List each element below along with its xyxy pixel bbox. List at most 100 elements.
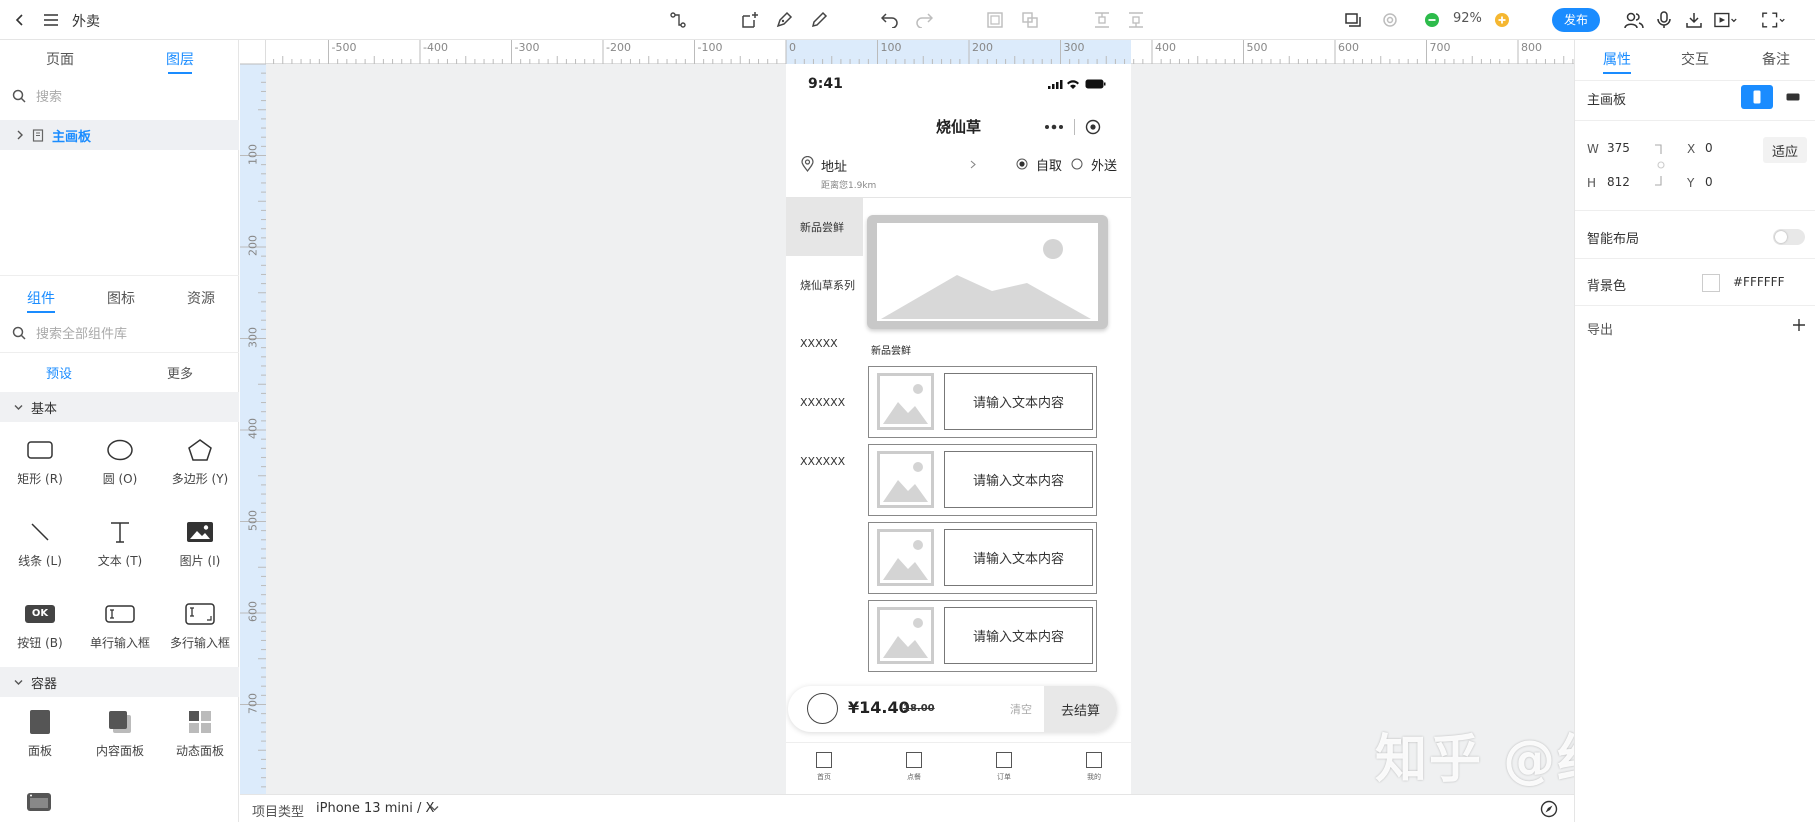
target-icon[interactable] xyxy=(1085,119,1101,135)
component-rectangle[interactable]: 矩形 (R) xyxy=(0,436,80,487)
color-swatch[interactable] xyxy=(1702,274,1720,292)
mini-capsule[interactable] xyxy=(1044,113,1110,141)
plus-icon[interactable] xyxy=(1793,319,1805,331)
component-polygon[interactable]: 多边形 (Y) xyxy=(160,436,240,487)
tab-icons[interactable]: 图标 xyxy=(107,288,135,308)
tab-properties[interactable]: 属性 xyxy=(1603,49,1631,69)
tab-layers[interactable]: 图层 xyxy=(166,49,194,69)
product-card[interactable]: 请输入文本内容 xyxy=(868,600,1097,672)
artboard-phone[interactable]: 9:41 烧仙草 地址 距离您1.9km 自取 外送 新品尝鲜 烧仙草系列 XX… xyxy=(786,64,1131,794)
component-circle[interactable]: 圆 (O) xyxy=(80,436,160,487)
component-multi-input[interactable]: 多行输入框 xyxy=(160,600,240,651)
w-input[interactable]: 375 xyxy=(1607,141,1630,155)
radio-unchecked-icon[interactable] xyxy=(1071,158,1083,170)
radio-checked-icon[interactable] xyxy=(1016,158,1028,170)
x-input[interactable]: 0 xyxy=(1705,141,1713,155)
layer-search[interactable]: 搜索 xyxy=(12,86,62,105)
undo-icon[interactable] xyxy=(878,8,902,32)
pen-icon[interactable] xyxy=(772,8,796,32)
component-label: 线条 (L) xyxy=(18,554,62,568)
product-text[interactable]: 请输入文本内容 xyxy=(944,607,1093,664)
settings-icon[interactable] xyxy=(1378,8,1402,32)
product-text[interactable]: 请输入文本内容 xyxy=(944,451,1093,508)
zoom-level[interactable]: 92% xyxy=(1453,11,1482,26)
more-icon[interactable] xyxy=(1044,124,1064,130)
component-panel[interactable]: 面板 xyxy=(0,708,80,759)
nav-order[interactable]: 点餐 xyxy=(894,752,934,782)
play-icon[interactable] xyxy=(1714,8,1738,32)
pencil-icon[interactable] xyxy=(807,8,831,32)
category-item[interactable]: XXXXXX xyxy=(786,432,863,490)
nav-orders[interactable]: 订单 xyxy=(984,752,1024,782)
product-card[interactable]: 请输入文本内容 xyxy=(868,444,1097,516)
portrait-toggle[interactable] xyxy=(1741,85,1773,109)
smart-layout-toggle[interactable] xyxy=(1773,229,1805,245)
clear-cart-button[interactable]: 清空 xyxy=(1010,701,1032,717)
project-type-value[interactable]: iPhone 13 mini / X xyxy=(316,801,434,816)
product-text[interactable]: 请输入文本内容 xyxy=(944,529,1093,586)
align-top-icon[interactable] xyxy=(1090,8,1114,32)
publish-button[interactable]: 发布 xyxy=(1552,8,1600,32)
h-input[interactable]: 812 xyxy=(1607,175,1630,189)
link-proportion-icon[interactable] xyxy=(1653,144,1667,186)
product-text[interactable]: 请输入文本内容 xyxy=(944,373,1093,430)
back-icon[interactable] xyxy=(8,8,32,32)
tab-components[interactable]: 组件 xyxy=(27,288,55,308)
section-basic[interactable]: 基本 xyxy=(0,392,239,422)
ungroup-icon[interactable] xyxy=(1018,8,1042,32)
compass-icon[interactable] xyxy=(1540,800,1558,818)
layer-item-main-artboard[interactable]: 主画板 xyxy=(0,120,239,150)
add-frame-icon[interactable] xyxy=(738,8,762,32)
nav-home[interactable]: 首页 xyxy=(804,752,844,782)
nav-mine[interactable]: 我的 xyxy=(1074,752,1114,782)
background-color-value[interactable]: #FFFFFF xyxy=(1733,275,1784,289)
component-image[interactable]: 图片 (I) xyxy=(160,518,240,569)
users-icon[interactable] xyxy=(1622,8,1646,32)
component-single-input[interactable]: 单行输入框 xyxy=(80,600,160,651)
category-item[interactable]: XXXXX xyxy=(786,314,863,372)
preview-device-icon[interactable] xyxy=(1341,8,1365,32)
group-icon[interactable] xyxy=(983,8,1007,32)
component-dynamic-panel[interactable]: 动态面板 xyxy=(160,708,240,759)
component-text[interactable]: 文本 (T) xyxy=(80,518,160,569)
tab-notes[interactable]: 备注 xyxy=(1762,49,1790,69)
connector-icon[interactable] xyxy=(666,8,690,32)
cart-icon[interactable] xyxy=(807,693,838,724)
category-item[interactable]: 烧仙草系列 xyxy=(786,256,863,314)
product-card[interactable]: 请输入文本内容 xyxy=(868,366,1097,438)
chevron-right-icon[interactable] xyxy=(970,160,976,169)
mic-icon[interactable] xyxy=(1652,8,1676,32)
download-icon[interactable] xyxy=(1682,8,1706,32)
chevron-right-icon[interactable] xyxy=(16,130,24,140)
component-button[interactable]: OK 按钮 (B) xyxy=(0,600,80,651)
banner-image[interactable] xyxy=(867,215,1108,329)
category-item[interactable]: 新品尝鲜 xyxy=(786,198,863,256)
zoom-out-icon[interactable] xyxy=(1420,8,1444,32)
component-content-panel[interactable]: 内容面板 xyxy=(80,708,160,759)
address-label[interactable]: 地址 xyxy=(821,156,847,175)
section-container[interactable]: 容器 xyxy=(0,667,239,697)
checkout-button[interactable]: 去结算 xyxy=(1044,686,1117,732)
zoom-in-icon[interactable] xyxy=(1490,8,1514,32)
component-search[interactable]: 搜索全部组件库 xyxy=(12,323,127,342)
tab-more[interactable]: 更多 xyxy=(167,363,193,382)
fullscreen-icon[interactable] xyxy=(1762,8,1786,32)
menu-icon[interactable] xyxy=(39,8,63,32)
tab-resources[interactable]: 资源 xyxy=(187,288,215,308)
fit-button[interactable]: 适应 xyxy=(1763,137,1807,163)
y-input[interactable]: 0 xyxy=(1705,175,1713,189)
category-item[interactable]: XXXXXX xyxy=(786,373,863,431)
product-card[interactable]: 请输入文本内容 xyxy=(868,522,1097,594)
distribute-icon[interactable] xyxy=(1124,8,1148,32)
component-window-icon[interactable] xyxy=(26,792,52,812)
landscape-toggle[interactable] xyxy=(1777,85,1809,109)
tab-interaction[interactable]: 交互 xyxy=(1681,49,1709,69)
tab-presets[interactable]: 预设 xyxy=(46,363,72,382)
document-title[interactable]: 外卖 xyxy=(72,11,100,31)
tab-pages[interactable]: 页面 xyxy=(46,49,74,69)
option-pickup[interactable]: 自取 xyxy=(1036,155,1062,174)
chevron-down-icon[interactable] xyxy=(430,805,439,812)
component-line[interactable]: 线条 (L) xyxy=(0,518,80,569)
redo-icon[interactable] xyxy=(912,8,936,32)
option-delivery[interactable]: 外送 xyxy=(1091,155,1117,174)
